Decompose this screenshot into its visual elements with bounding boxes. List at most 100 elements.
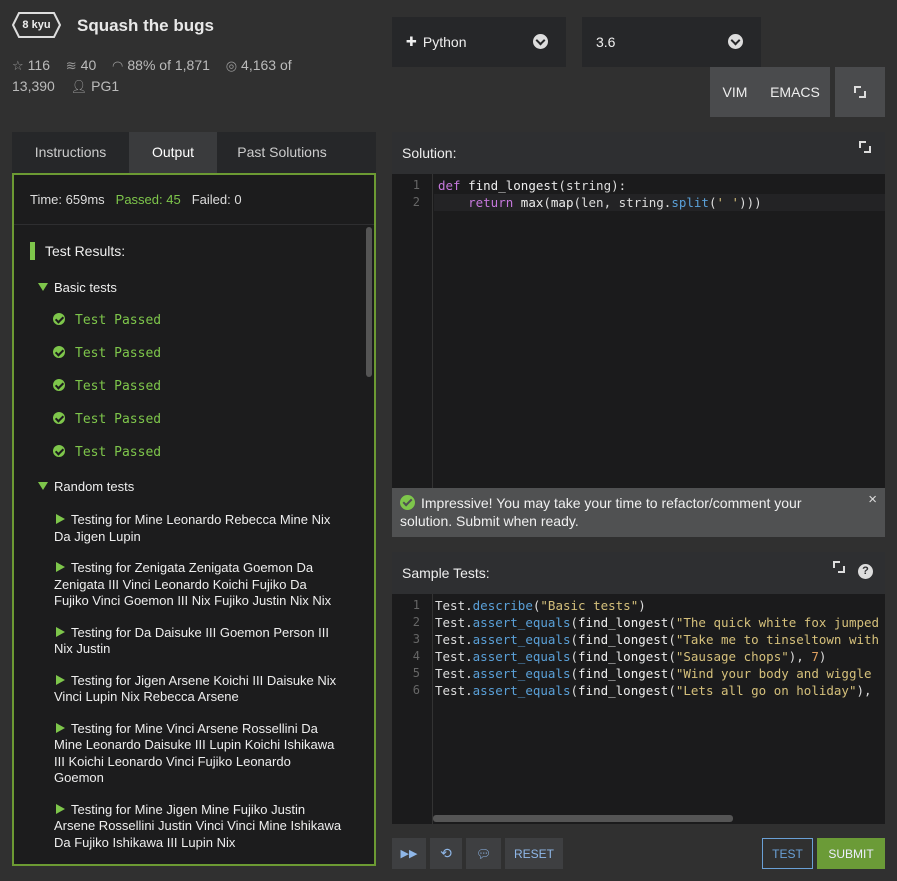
code-line: Test.assert_equals(find_longest("Wind yo… [435, 666, 872, 681]
check-circle-icon [53, 379, 65, 391]
test-result-line: Test Passed [53, 445, 362, 461]
version-select[interactable]: 3.6 [582, 17, 761, 67]
tab-output[interactable]: Output [129, 132, 217, 173]
version-value: 3.6 [596, 34, 616, 50]
vim-mode-button[interactable]: VIM [710, 67, 760, 117]
chevron-down-icon [533, 34, 548, 49]
code-line: Test.assert_equals(find_longest("Sausage… [435, 649, 827, 664]
line-number: 1 [412, 598, 420, 612]
passed-count: Passed: 45 [115, 192, 181, 207]
expand-icon [854, 86, 866, 98]
run-time: Time: 659ms [30, 192, 105, 207]
line-gutter: 1 2 [392, 174, 433, 488]
kata-stats: ☆ 116 ≋ 40 ◠ 88% of 1,871 ◎ 4,163 of 13,390 … [12, 55, 312, 97]
random-test-item[interactable]: Testing for Mine Jigen Mine Fujiko Justi… [54, 802, 344, 852]
output-scrollbar[interactable] [366, 227, 372, 377]
sample-tests-header: Sample Tests: ? [392, 552, 885, 594]
check-circle-icon [53, 412, 65, 424]
line-number: 3 [412, 632, 420, 646]
success-notice: Impressive! You may take your time to re… [392, 488, 885, 537]
satisfaction-of: of [159, 57, 171, 73]
line-gutter: 1 2 3 4 5 6 [392, 594, 433, 824]
caret-down-icon [38, 482, 48, 490]
tab-past-solutions[interactable]: Past Solutions [217, 132, 347, 173]
code-line: Test.describe("Basic tests") [435, 598, 646, 613]
caret-right-icon [56, 514, 65, 524]
kata-title[interactable]: Squash the bugs [77, 16, 214, 36]
caret-down-icon [38, 283, 48, 291]
user-icon: 👤︎ [70, 79, 88, 94]
solution-heading: Solution: [402, 145, 457, 161]
fast-forward-icon: ▶▶ [400, 848, 418, 860]
vim-label: VIM [722, 84, 748, 100]
reset-button[interactable]: RESET [505, 838, 563, 869]
check-circle-icon [400, 495, 415, 510]
test-result-line: Test Passed [53, 379, 362, 395]
comment-icon: 💬︎ [475, 846, 492, 861]
rank-badge: 8 kyu [12, 12, 61, 38]
code-line: Test.assert_equals(find_longest("Lets al… [435, 683, 872, 698]
random-test-item[interactable]: Testing for Zenigata Zenigata Goemon Da … [54, 560, 344, 610]
help-icon[interactable]: ? [858, 564, 873, 579]
stars-count: 116 [27, 57, 50, 73]
test-result-line: Test Passed [53, 313, 362, 329]
code-line: Test.assert_equals(find_longest("Take me… [435, 632, 880, 647]
code-line: return max(map(len, string.split(' '))) [468, 195, 762, 210]
refresh-icon: ⟲ [440, 845, 452, 861]
satisfaction-icon: ◠ [112, 58, 124, 73]
emacs-mode-button[interactable]: EMACS [760, 67, 830, 117]
check-circle-icon [53, 445, 65, 457]
collections-count: 40 [80, 57, 97, 73]
solution-header: Solution: [392, 132, 885, 174]
horizontal-scrollbar[interactable] [433, 815, 733, 822]
satisfaction-votes: 1,871 [174, 57, 210, 73]
random-test-item[interactable]: Testing for Da Daisuke III Goemon Person… [54, 625, 344, 658]
discuss-button[interactable]: 💬︎ [466, 838, 501, 869]
results-heading: Test Results: [30, 242, 362, 260]
random-test-item[interactable]: Testing for Jigen Arsene Koichi III Dais… [54, 673, 344, 706]
line-number: 2 [412, 195, 420, 209]
basic-tests-group[interactable]: Basic tests [38, 280, 362, 296]
fullscreen-button[interactable] [835, 67, 885, 117]
attempts-count: 13,390 [12, 78, 55, 94]
expand-icon[interactable] [859, 141, 871, 153]
caret-right-icon [56, 626, 65, 637]
target-icon: ◎ [225, 58, 238, 73]
expand-icon[interactable] [833, 561, 845, 573]
test-results: Test Results: Basic tests Test Passed Te… [14, 225, 362, 851]
random-tests-group[interactable]: Random tests [38, 479, 362, 495]
rank-label: 8 kyu [22, 19, 51, 31]
group-label: Random tests [54, 479, 135, 494]
code-line: def find_longest(string): [438, 178, 627, 193]
completed-count: 4,163 [241, 57, 277, 73]
completed-of: of [279, 57, 292, 73]
test-result-line: Test Passed [53, 412, 362, 428]
caret-right-icon [56, 803, 65, 814]
code-line: Test.assert_equals(find_longest("The qui… [435, 615, 880, 630]
check-circle-icon [53, 313, 65, 325]
submit-button[interactable]: SUBMIT [817, 838, 885, 869]
test-result-line: Test Passed [53, 346, 362, 362]
line-number: 5 [412, 666, 420, 680]
line-number: 4 [412, 649, 420, 663]
author-name[interactable]: PG1 [91, 78, 119, 94]
chevron-down-icon [728, 34, 743, 49]
solution-editor[interactable]: 1 2 def find_longest(string): return max… [392, 174, 885, 488]
failed-count: Failed: 0 [191, 192, 242, 207]
satisfaction-rate: 88% [127, 57, 156, 73]
tab-instructions[interactable]: Instructions [12, 132, 129, 173]
close-icon[interactable]: × [868, 491, 877, 509]
sample-tests-editor[interactable]: 1 2 3 4 5 6 Test.describe("Basic tests")… [392, 594, 885, 824]
sample-tests-heading: Sample Tests: [402, 565, 490, 581]
test-button[interactable]: TEST [762, 838, 813, 869]
star-icon: ☆ [12, 58, 24, 73]
skip-button[interactable]: ▶▶ [392, 838, 426, 869]
language-select[interactable]: ✚ Python [392, 17, 566, 67]
random-test-item[interactable]: Testing for Mine Vinci Arsene Rossellini… [54, 721, 344, 787]
caret-right-icon [56, 674, 65, 685]
line-number: 6 [412, 683, 420, 697]
line-number: 2 [412, 615, 420, 629]
refresh-button[interactable]: ⟲ [430, 838, 462, 869]
random-test-item[interactable]: Testing for Mine Leonardo Rebecca Mine N… [54, 512, 344, 545]
python-icon: ✚ [406, 34, 417, 49]
